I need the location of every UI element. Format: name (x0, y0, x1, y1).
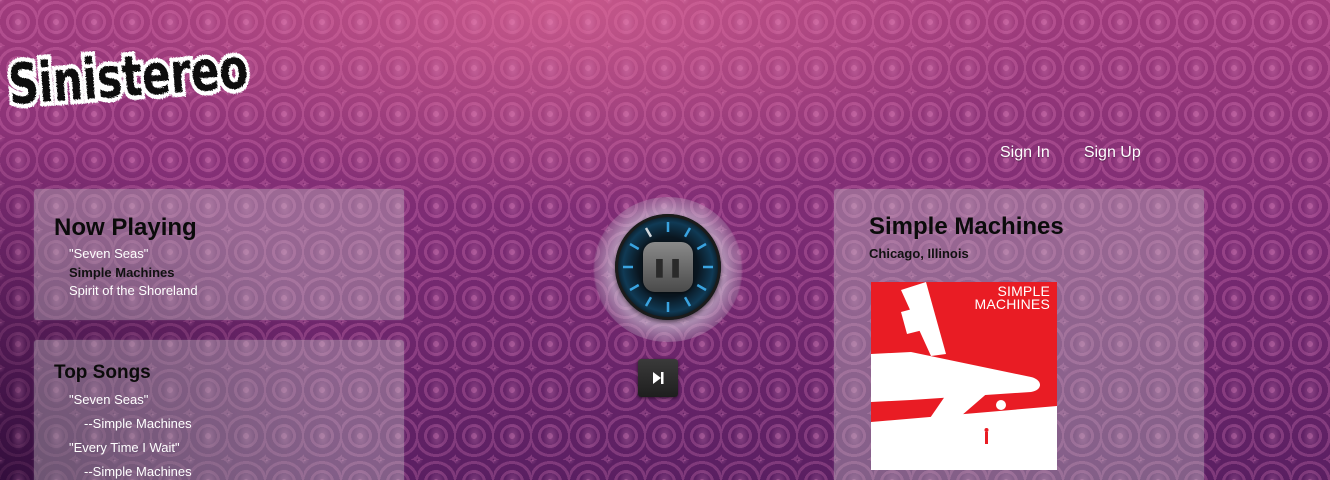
now-playing-artist[interactable]: Simple Machines (69, 264, 198, 283)
album-band-text: SIMPLE MACHINES (974, 283, 1050, 312)
pause-button[interactable]: ❚❚ (643, 242, 693, 292)
now-playing-panel: Now Playing "Seven Seas" Simple Machines… (34, 189, 404, 320)
artist-location: Chicago, Illinois (869, 246, 969, 261)
top-songs-panel: Top Songs "Seven Seas" --Simple Machines… (34, 340, 404, 480)
now-playing-album[interactable]: Spirit of the Shoreland (69, 282, 198, 301)
album-title-text: SPIRIT OF THE SHORELAND (954, 462, 1050, 469)
sign-in-link[interactable]: Sign In (1000, 144, 1050, 162)
player-dial: ❚❚ (593, 197, 743, 342)
site-logo[interactable]: Sinistereo (2, 14, 256, 124)
top-nav: Sign In Sign Up (1000, 144, 1141, 162)
top-song-artist[interactable]: --Simple Machines (69, 412, 192, 436)
now-playing-heading: Now Playing (54, 214, 197, 241)
logo-text: Sinistereo (6, 37, 250, 119)
album-cover[interactable]: SIMPLE MACHINES SPIRIT OF THE SHORELAND (871, 282, 1057, 470)
next-track-button[interactable] (638, 359, 678, 397)
now-playing-song: "Seven Seas" (69, 246, 149, 261)
progress-ring: ❚❚ (615, 214, 721, 320)
artist-name: Simple Machines (869, 213, 1064, 240)
top-song-title[interactable]: "Seven Seas" (69, 388, 192, 412)
sign-up-link[interactable]: Sign Up (1084, 144, 1141, 162)
top-song-artist[interactable]: --Simple Machines (69, 460, 192, 480)
skip-next-icon (653, 372, 664, 384)
artist-panel: Simple Machines Chicago, Illinois SIMPLE… (834, 189, 1204, 480)
top-song-title[interactable]: "Every Time I Wait" (69, 436, 192, 460)
top-songs-heading: Top Songs (54, 362, 151, 383)
pause-icon: ❚❚ (651, 256, 685, 277)
